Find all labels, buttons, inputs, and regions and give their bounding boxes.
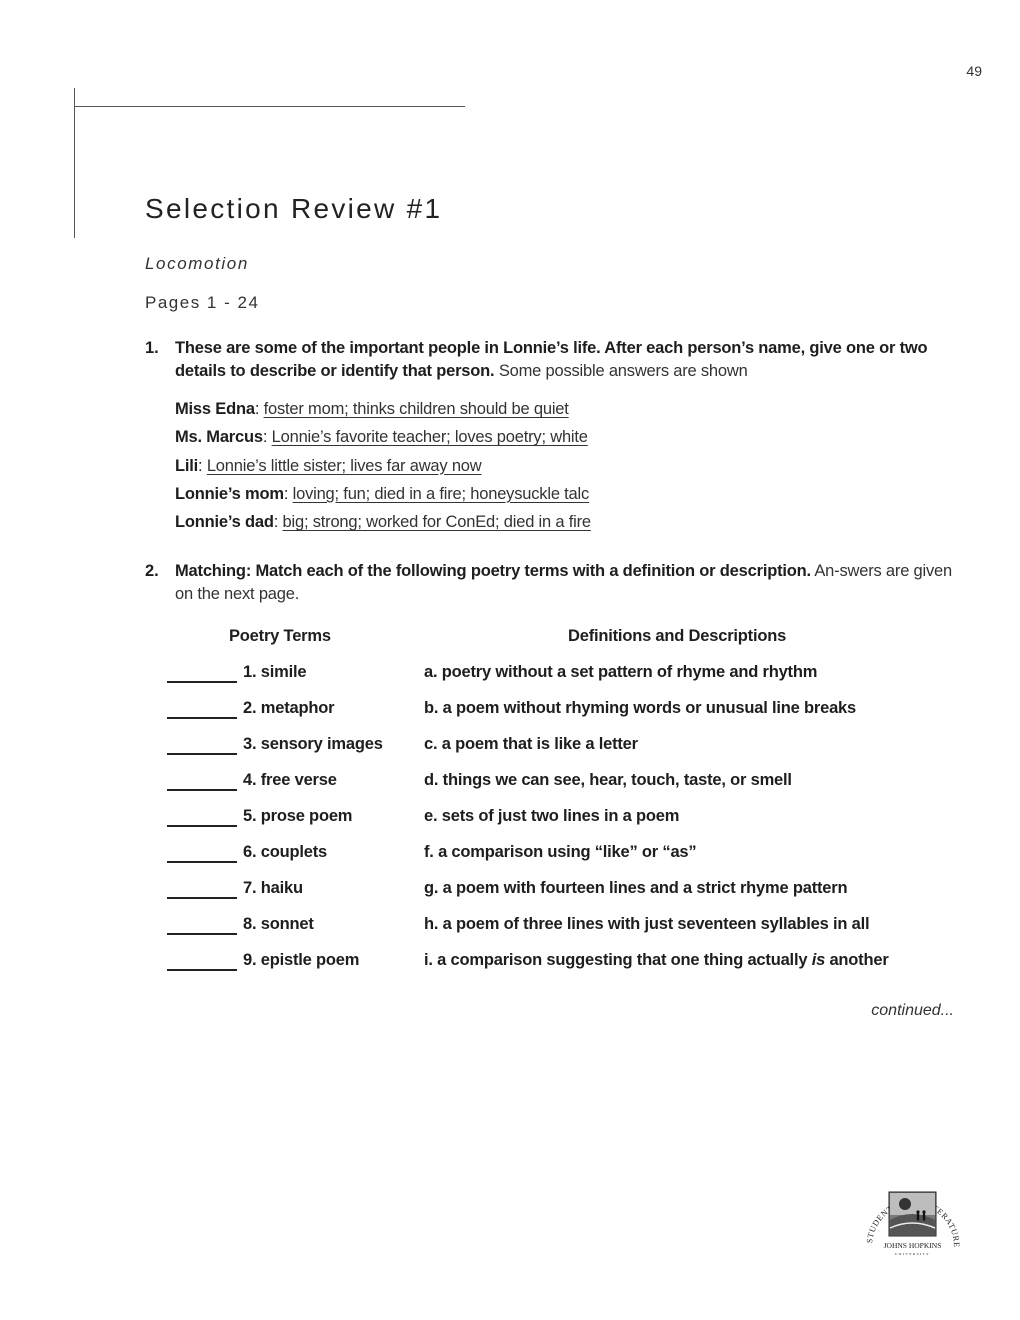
header-rule-vertical [74,88,75,238]
person-name: Lonnie’s mom [175,484,284,503]
poetry-term: 2. metaphor [243,699,335,717]
matching-row: 9. epistle poem i. a comparison suggestin… [167,951,967,987]
person-name: Ms. Marcus [175,428,263,447]
answer-blank[interactable] [167,843,237,863]
logo-figure-icon [922,1213,926,1221]
page-range: Pages 1 - 24 [145,293,260,312]
poetry-term: 3. sensory images [243,735,383,753]
question-prompt: These are some of the important people i… [175,337,965,383]
definition-emphasis: is [811,951,826,969]
person-answer: loving; fun; died in a fire; honeysuckle… [292,484,590,503]
poetry-term: 6. couplets [243,843,327,861]
matching-row: 5. prose poem e. sets of just two lines i… [167,807,967,843]
logo-hill [890,1214,935,1235]
person-item: Lonnie’s mom: loving; fun; died in a fir… [175,484,590,503]
question-number: 1. [145,339,159,357]
matching-table: 1. simile a. poetry without a set pattern… [167,663,967,987]
question-number: 2. [145,562,159,580]
answer-blank[interactable] [167,699,237,719]
person-answer: big; strong; worked for ConEd; died in a… [282,513,592,532]
logo-figure-icon [922,1210,926,1214]
definition: b. a poem without rhyming words or unusu… [424,699,857,717]
matching-row: 1. simile a. poetry without a set pattern… [167,663,967,699]
answer-blank[interactable] [167,771,237,791]
person-item: Miss Edna: foster mom; thinks children s… [175,400,569,418]
book-title: Locomotion [145,254,249,273]
matching-row: 6. couplets f. a comparison using “like” … [167,843,967,879]
definition-text: another [825,951,889,969]
poetry-term: 5. prose poem [243,807,353,825]
poetry-term: 8. sonnet [243,915,314,933]
definition: e. sets of just two lines in a poem [424,807,680,825]
column-header-terms: Poetry Terms [229,627,331,645]
matching-row: 3. sensory images c. a poem that is like … [167,735,967,771]
definition: i. a comparison suggesting that one thin… [424,951,889,970]
question-prompt: Matching: Match each of the following po… [175,560,965,606]
logo-sky [890,1193,935,1215]
poetry-term: 7. haiku [243,879,303,897]
logo-sun-icon [899,1198,911,1210]
people-list: Miss Edna: foster mom; thinks children s… [175,398,591,539]
person-answer: Lonnie’s favorite teacher; loves poetry;… [271,428,588,447]
person-name: Lonnie’s dad [175,513,274,532]
person-item: Ms. Marcus: Lonnie’s favorite teacher; l… [175,428,588,447]
definition: h. a poem of three lines with just seven… [424,915,870,933]
definition: d. things we can see, hear, touch, taste… [424,771,792,789]
answer-blank[interactable] [167,951,237,971]
matching-row: 8. sonnet h. a poem of three lines with j… [167,915,967,951]
answer-blank[interactable] [167,735,237,755]
logo-figure-icon [916,1210,920,1214]
definition: c. a poem that is like a letter [424,735,638,753]
person-item: Lili: Lonnie’s little sister; lives far … [175,456,482,475]
header-rule-horizontal [74,106,465,107]
question-1: 1. These are some of the important peopl… [145,337,965,383]
poetry-term: 4. free verse [243,771,337,789]
page-title: Selection Review #1 [145,193,443,224]
person-item: Lonnie’s dad: big; strong; worked for Co… [175,513,592,532]
definition: a. poetry without a set pattern of rhyme… [424,663,818,681]
prompt-note: Some possible answers are shown [494,362,748,380]
person-name: Miss Edna [175,400,255,418]
column-header-definitions: Definitions and Descriptions [568,627,787,645]
logo-university-sub: UNIVERSITY [895,1252,930,1256]
answer-blank[interactable] [167,807,237,827]
program-logo: STUDENT TEAM LITERATURE PROGRAM JOHNS HO… [860,1168,960,1256]
person-name: Lili [175,456,199,475]
question-2: 2. Matching: Match each of the following… [145,560,965,606]
answer-blank[interactable] [167,915,237,935]
definition: f. a comparison using “like” or “as” [424,843,697,861]
person-answer: Lonnie’s little sister; lives far away n… [206,456,482,475]
continued-note: continued... [871,1002,954,1019]
person-answer: foster mom; thinks children should be qu… [263,400,569,418]
matching-row: 2. metaphor b. a poem without rhyming wor… [167,699,967,735]
answer-blank[interactable] [167,663,237,683]
definition-text: i. a comparison suggesting that one thin… [424,951,812,969]
matching-row: 4. free verse d. things we can see, hear,… [167,771,967,807]
matching-row: 7. haiku g. a poem with fourteen lines an… [167,879,967,915]
logo-figure-icon [916,1213,920,1221]
logo-university: JOHNS HOPKINS [884,1241,942,1250]
answer-blank[interactable] [167,879,237,899]
poetry-term: 9. epistle poem [243,951,360,969]
prompt-bold: Matching: Match each of the following po… [175,562,811,580]
page-number: 49 [966,63,982,79]
definition: g. a poem with fourteen lines and a stri… [424,879,848,897]
poetry-term: 1. simile [243,663,307,681]
